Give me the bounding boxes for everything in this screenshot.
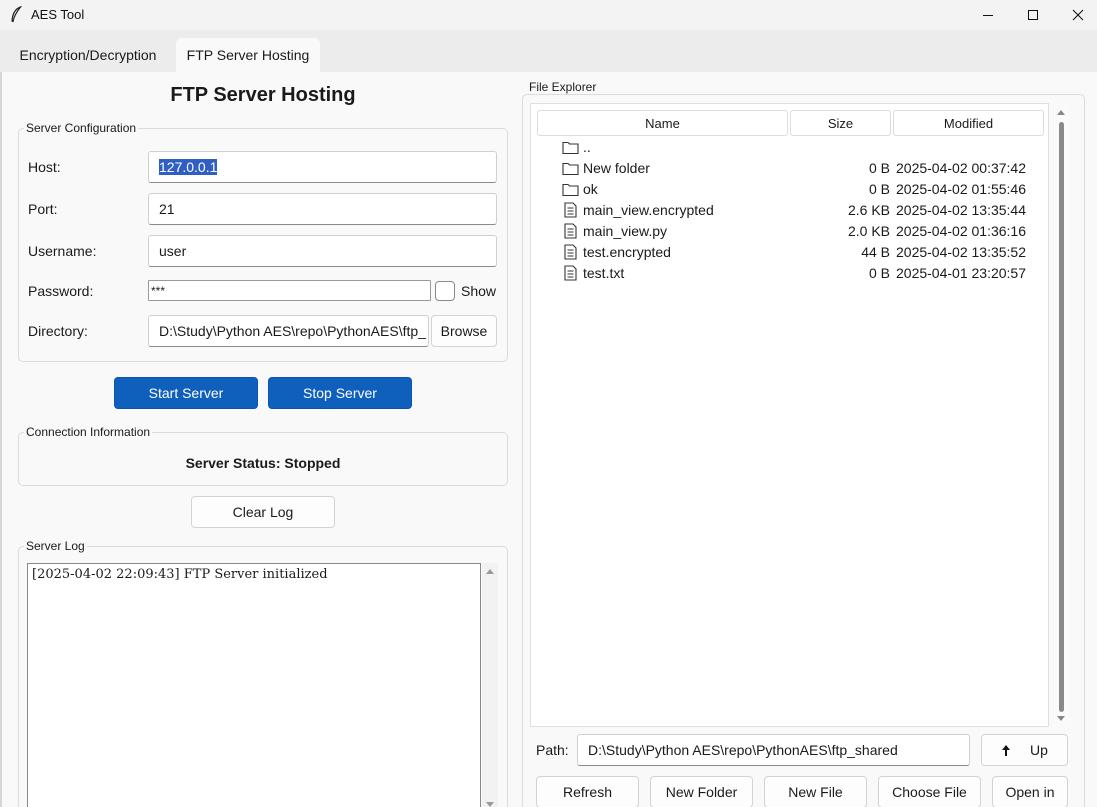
list-item[interactable]: test.encrypted 44 B 2025-04-02 13:35:52 <box>562 242 1032 263</box>
server-log-label: Server Log <box>24 539 87 553</box>
refresh-button[interactable]: Refresh <box>536 776 639 807</box>
scrollbar-thumb[interactable] <box>1059 122 1064 712</box>
file-icon <box>564 202 577 218</box>
folder-icon <box>562 141 579 155</box>
scroll-down-icon <box>486 802 494 807</box>
file-name: main_view.encrypted <box>583 202 714 218</box>
port-input[interactable]: 21 <box>148 193 497 225</box>
scroll-up-icon <box>1057 110 1065 115</box>
file-name: ok <box>583 181 598 197</box>
file-name: .. <box>583 139 591 155</box>
file-size: 0 B <box>868 181 890 197</box>
file-size: 0 B <box>868 265 890 281</box>
file-size: 0 B <box>868 160 890 176</box>
column-name[interactable]: Name <box>537 110 788 136</box>
scroll-down-icon <box>1057 716 1065 721</box>
file-name: test.encrypted <box>583 244 671 260</box>
username-input[interactable]: user <box>148 235 497 267</box>
up-label: Up <box>1030 742 1048 758</box>
feather-icon <box>11 6 22 23</box>
stop-server-button[interactable]: Stop Server <box>268 377 412 409</box>
password-input[interactable]: *** <box>148 280 431 301</box>
browse-button[interactable]: Browse <box>431 315 497 347</box>
minimize-icon <box>983 15 993 16</box>
column-modified[interactable]: Modified <box>893 110 1044 136</box>
maximize-icon <box>1028 10 1038 20</box>
list-item[interactable]: New folder 0 B 2025-04-02 00:37:42 <box>562 158 1032 179</box>
show-password-label: Show <box>461 283 497 299</box>
log-textarea[interactable]: [2025-04-02 22:09:43] FTP Server initial… <box>27 563 481 807</box>
title-bar: AES Tool <box>0 0 1097 30</box>
file-modified: 2025-04-02 13:35:52 <box>896 244 1026 260</box>
choose-file-button[interactable]: Choose File <box>878 776 981 807</box>
list-item[interactable]: ok 0 B 2025-04-02 01:55:46 <box>562 179 1032 200</box>
file-icon <box>564 223 577 239</box>
list-item[interactable]: main_view.encrypted 2.6 KB 2025-04-02 13… <box>562 200 1032 221</box>
file-size: 2.6 KB <box>847 202 890 218</box>
up-button[interactable]: Up <box>981 734 1068 766</box>
show-password-checkbox[interactable] <box>435 281 455 301</box>
server-config-label: Server Configuration <box>24 121 139 135</box>
open-in-button[interactable]: Open in <box>992 776 1068 807</box>
port-label: Port: <box>28 201 58 217</box>
list-item[interactable]: .. <box>562 137 1032 158</box>
directory-input[interactable]: D:\Study\Python AES\repo\PythonAES\ftp_ <box>148 315 429 347</box>
file-modified: 2025-04-02 13:35:44 <box>896 202 1026 218</box>
start-server-button[interactable]: Start Server <box>114 377 258 409</box>
clear-log-button[interactable]: Clear Log <box>191 496 335 528</box>
tab-encryption-decryption[interactable]: Encryption/Decryption <box>6 38 170 72</box>
file-icon <box>564 265 577 281</box>
host-input[interactable]: 127.0.0.1 <box>148 151 497 183</box>
new-folder-button[interactable]: New Folder <box>650 776 753 807</box>
file-modified: 2025-04-02 00:37:42 <box>896 160 1026 176</box>
scroll-up-icon <box>486 569 494 574</box>
list-item[interactable]: main_view.py 2.0 KB 2025-04-02 01:36:16 <box>562 221 1032 242</box>
file-modified: 2025-04-02 01:36:16 <box>896 223 1026 239</box>
minimize-button[interactable] <box>965 0 1011 30</box>
tab-ftp-server-hosting[interactable]: FTP Server Hosting <box>176 38 320 72</box>
host-label: Host: <box>28 159 61 175</box>
file-icon <box>564 244 577 260</box>
arrow-up-icon <box>1002 745 1010 756</box>
maximize-button[interactable] <box>1010 0 1056 30</box>
file-explorer-label: File Explorer <box>527 80 599 94</box>
window-title: AES Tool <box>31 7 85 22</box>
file-name: New folder <box>583 160 650 176</box>
file-name: test.txt <box>583 265 625 281</box>
tab-strip: Encryption/Decryption FTP Server Hosting <box>0 30 1097 72</box>
host-value: 127.0.0.1 <box>159 159 218 175</box>
file-size: 2.0 KB <box>847 223 890 239</box>
folder-icon <box>562 183 579 197</box>
file-modified: 2025-04-02 01:55:46 <box>896 181 1026 197</box>
list-item[interactable]: test.txt 0 B 2025-04-01 23:20:57 <box>562 263 1032 284</box>
new-file-button[interactable]: New File <box>764 776 867 807</box>
server-status: Server Status: Stopped <box>185 455 341 471</box>
file-name: main_view.py <box>583 223 668 239</box>
file-tree-scrollbar[interactable] <box>1053 104 1069 727</box>
directory-label: Directory: <box>28 323 88 339</box>
username-label: Username: <box>28 243 97 259</box>
password-label: Password: <box>28 283 94 299</box>
file-modified: 2025-04-01 23:20:57 <box>896 265 1026 281</box>
path-input[interactable]: D:\Study\Python AES\repo\PythonAES\ftp_s… <box>577 734 970 766</box>
log-line: [2025-04-02 22:09:43] FTP Server initial… <box>32 567 328 582</box>
folder-icon <box>562 162 579 176</box>
column-size[interactable]: Size <box>790 110 891 136</box>
page-title: FTP Server Hosting <box>170 84 356 106</box>
path-label: Path: <box>536 742 569 758</box>
close-icon <box>1072 9 1084 21</box>
file-size: 44 B <box>861 244 890 260</box>
connection-info-label: Connection Information <box>24 425 153 439</box>
close-button[interactable] <box>1055 0 1097 30</box>
log-scrollbar[interactable] <box>482 563 498 807</box>
